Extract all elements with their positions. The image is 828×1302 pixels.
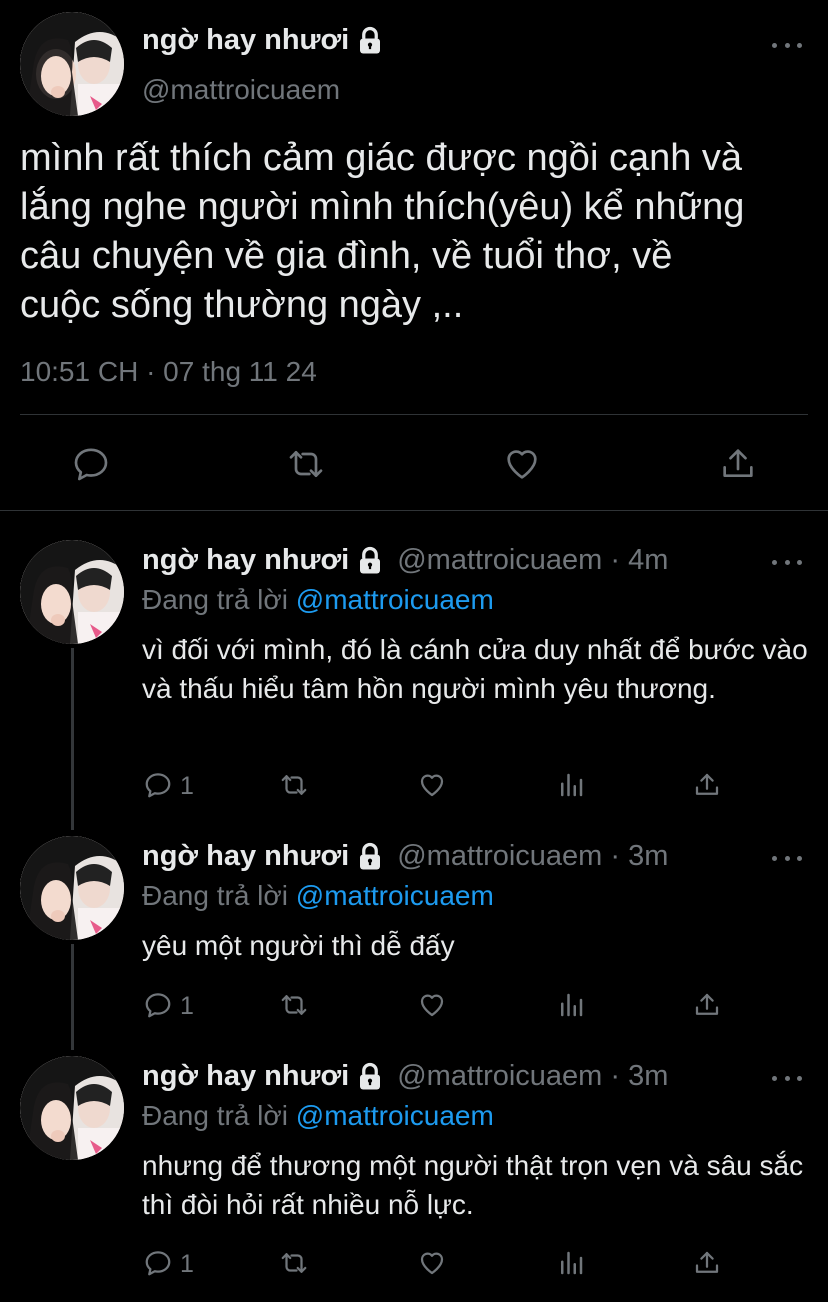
reply-text: nhưng để thương một người thật trọn vẹn … [142,1150,804,1220]
mention-link[interactable]: @mattroicuaem [296,1100,494,1131]
reply-icon[interactable] [143,990,173,1020]
replying-label: Đang trả lời [142,584,288,615]
avatar-photo [20,1056,124,1160]
retweet-icon[interactable] [286,444,326,484]
share-icon[interactable] [692,990,722,1020]
divider [0,510,828,511]
reply-header[interactable]: ngờ hay nhươi @mattroicuaem · 3m [142,840,668,873]
handle-and-time: @mattroicuaem · 4m [397,544,669,576]
more-icon[interactable] [772,1073,802,1083]
reply-count: 1 [180,1250,194,1278]
replying-to: Đang trả lời @mattroicuaem [142,880,494,912]
avatar[interactable] [20,1056,124,1160]
lock-icon [360,26,381,53]
display-name: ngờ hay nhươi [142,24,350,56]
author-name[interactable]: ngờ hay nhươi [142,24,385,57]
mention-link[interactable]: @mattroicuaem [296,584,494,615]
retweet-icon[interactable] [279,1248,309,1278]
avatar[interactable] [20,836,124,940]
like-icon[interactable] [417,1248,447,1278]
replying-to: Đang trả lời @mattroicuaem [142,584,494,616]
lock-icon [360,842,381,869]
avatar-photo [20,540,124,644]
analytics-icon[interactable] [556,1248,586,1278]
author-handle[interactable]: @mattroicuaem [142,74,340,106]
reply-header[interactable]: ngờ hay nhươi @mattroicuaem · 4m [142,544,668,577]
thread-line [71,944,74,1050]
avatar[interactable] [20,540,124,644]
like-icon[interactable] [502,444,542,484]
reply-icon[interactable] [143,1248,173,1278]
display-name: ngờ hay nhươi [142,1060,350,1092]
reply-text: yêu một người thì dễ đấy [142,930,455,961]
lock-icon [360,546,381,573]
avatar-photo [20,836,124,940]
retweet-icon[interactable] [279,990,309,1020]
like-icon[interactable] [417,990,447,1020]
avatar[interactable] [20,12,124,116]
reply-text: vì đối với mình, đó là cánh cửa duy nhất… [142,634,808,704]
lock-icon [360,1062,381,1089]
tweet-thread-screen: ngờ hay nhươi @mattroicuaem mình rất thí… [0,0,828,1302]
tweet-text: mình rất thích cảm giác được ngồi cạnh v… [20,137,745,326]
divider [20,414,808,415]
share-icon[interactable] [692,770,722,800]
display-name: ngờ hay nhươi [142,544,350,576]
share-icon[interactable] [718,444,758,484]
share-icon[interactable] [692,1248,722,1278]
more-icon[interactable] [772,853,802,863]
reply-icon[interactable] [71,444,111,484]
analytics-icon[interactable] [556,770,586,800]
reply-count: 1 [180,992,194,1020]
thread-line [71,648,74,830]
display-name: ngờ hay nhươi [142,840,350,872]
reply-header[interactable]: ngờ hay nhươi @mattroicuaem · 3m [142,1060,668,1093]
handle-and-time: @mattroicuaem · 3m [397,1060,669,1092]
retweet-icon[interactable] [279,770,309,800]
avatar-photo [20,12,124,116]
mention-link[interactable]: @mattroicuaem [296,880,494,911]
more-icon[interactable] [772,557,802,567]
replying-label: Đang trả lời [142,880,288,911]
reply-icon[interactable] [143,770,173,800]
handle-and-time: @mattroicuaem · 3m [397,840,669,872]
tweet-timestamp[interactable]: 10:51 CH · 07 thg 11 24 [20,356,317,388]
replying-to: Đang trả lời @mattroicuaem [142,1100,494,1132]
more-icon[interactable] [772,40,802,50]
like-icon[interactable] [417,770,447,800]
reply-count: 1 [180,772,194,800]
analytics-icon[interactable] [556,990,586,1020]
replying-label: Đang trả lời [142,1100,288,1131]
